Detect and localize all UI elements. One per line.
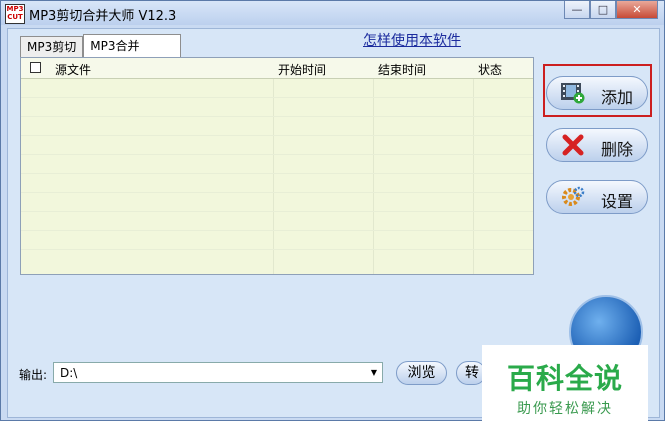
maximize-button[interactable]: □ [590, 1, 616, 19]
row-divider [21, 135, 533, 136]
column-divider [273, 58, 274, 274]
settings-button-label: 设置 [601, 192, 634, 211]
select-all-checkbox[interactable] [30, 62, 41, 73]
mp3-cut-app-icon: MP3 CUT [5, 4, 25, 24]
output-path-select[interactable]: D:\ ▼ [53, 362, 383, 383]
main-panel: MP3剪切 MP3合并 怎样使用本软件 源文件 开始时间 结束时间 状态 添加 … [7, 28, 660, 425]
close-button[interactable]: ✕ [616, 1, 658, 19]
row-divider [21, 211, 533, 212]
browse-button[interactable]: 浏览 [396, 361, 447, 385]
row-divider [21, 97, 533, 98]
watermark-title: 百科全说 [506, 362, 623, 395]
delete-button-label: 删除 [601, 140, 634, 159]
table-header: 源文件 开始时间 结束时间 状态 [21, 58, 533, 79]
watermark: 百科全说 助你轻松解决 [482, 345, 648, 425]
settings-button[interactable]: 设置 [546, 180, 648, 214]
title-bar[interactable]: MP3 CUT MP3剪切合并大师 V12.3 — □ ✕ [1, 1, 664, 25]
row-divider [21, 249, 533, 250]
help-link[interactable]: 怎样使用本软件 [363, 30, 461, 50]
column-header-end-time[interactable]: 结束时间 [378, 61, 426, 78]
column-divider [473, 58, 474, 274]
output-path-value: D:\ [60, 366, 78, 380]
app-window: MP3 CUT MP3剪切合并大师 V12.3 — □ ✕ MP3剪切 MP3合… [0, 0, 665, 425]
column-divider [373, 58, 374, 274]
delete-button[interactable]: 删除 [546, 128, 648, 162]
column-header-status[interactable]: 状态 [478, 61, 502, 78]
column-header-start-time[interactable]: 开始时间 [278, 61, 326, 78]
row-divider [21, 116, 533, 117]
tab-strip: MP3剪切 MP3合并 [20, 34, 182, 57]
tab-mp3-cut[interactable]: MP3剪切 [20, 36, 84, 57]
row-divider [21, 192, 533, 193]
minimize-button[interactable]: — [564, 1, 590, 19]
row-divider [21, 230, 533, 231]
chevron-down-icon[interactable]: ▼ [371, 368, 377, 377]
tab-mp3-merge[interactable]: MP3合并 [83, 34, 182, 57]
window-title: MP3剪切合并大师 V12.3 [29, 9, 177, 24]
column-header-source-file[interactable]: 源文件 [55, 61, 91, 78]
file-list-table[interactable]: 源文件 开始时间 结束时间 状态 [20, 57, 534, 275]
highlight-frame [543, 64, 652, 117]
row-divider [21, 173, 533, 174]
output-label: 输出: [19, 368, 48, 382]
gear-icon [562, 186, 585, 206]
watermark-subtitle: 助你轻松解决 [517, 401, 613, 417]
row-divider [21, 154, 533, 155]
red-x-icon [562, 134, 584, 156]
